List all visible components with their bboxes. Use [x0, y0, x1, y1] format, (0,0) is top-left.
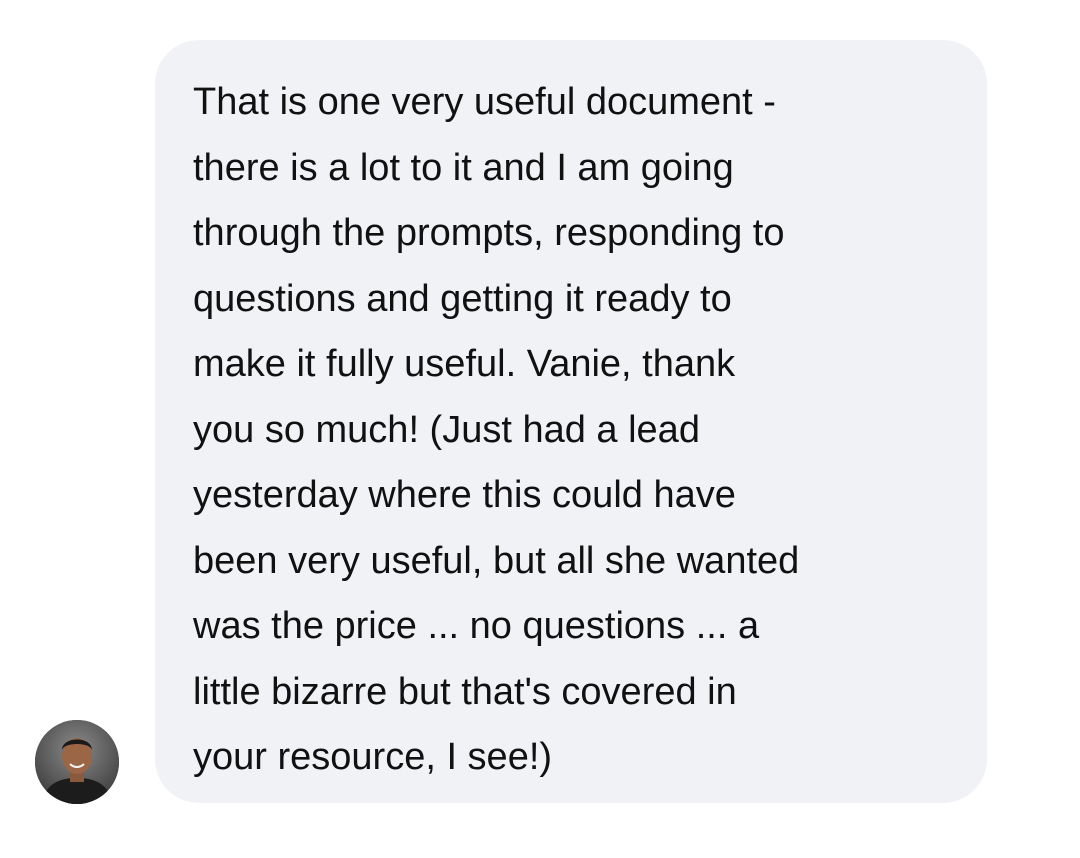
message-line: little bizarre but that's covered in: [193, 670, 737, 713]
message-row: That is one very useful document - there…: [0, 0, 1080, 858]
message-text: That is one very useful document - there…: [193, 70, 963, 791]
message-line: make it fully useful. Vanie, thank: [193, 343, 736, 385]
message-line: through the prompts, responding to: [193, 212, 785, 254]
message-line: That is one very useful document -: [193, 81, 776, 123]
message-line: you so much! (Just had a lead: [193, 408, 700, 451]
message-line: questions and getting it ready to: [193, 277, 732, 320]
person-photo-icon: [35, 720, 119, 804]
message-line: was the price ... no questions ... a: [193, 605, 760, 647]
sender-avatar[interactable]: [35, 720, 119, 804]
message-line: yesterday where this could have: [193, 474, 736, 516]
message-line: been very useful, but all she wanted: [193, 539, 800, 582]
message-line: your resource, I see!): [193, 736, 553, 778]
message-line: there is a lot to it and I am going: [193, 146, 734, 189]
